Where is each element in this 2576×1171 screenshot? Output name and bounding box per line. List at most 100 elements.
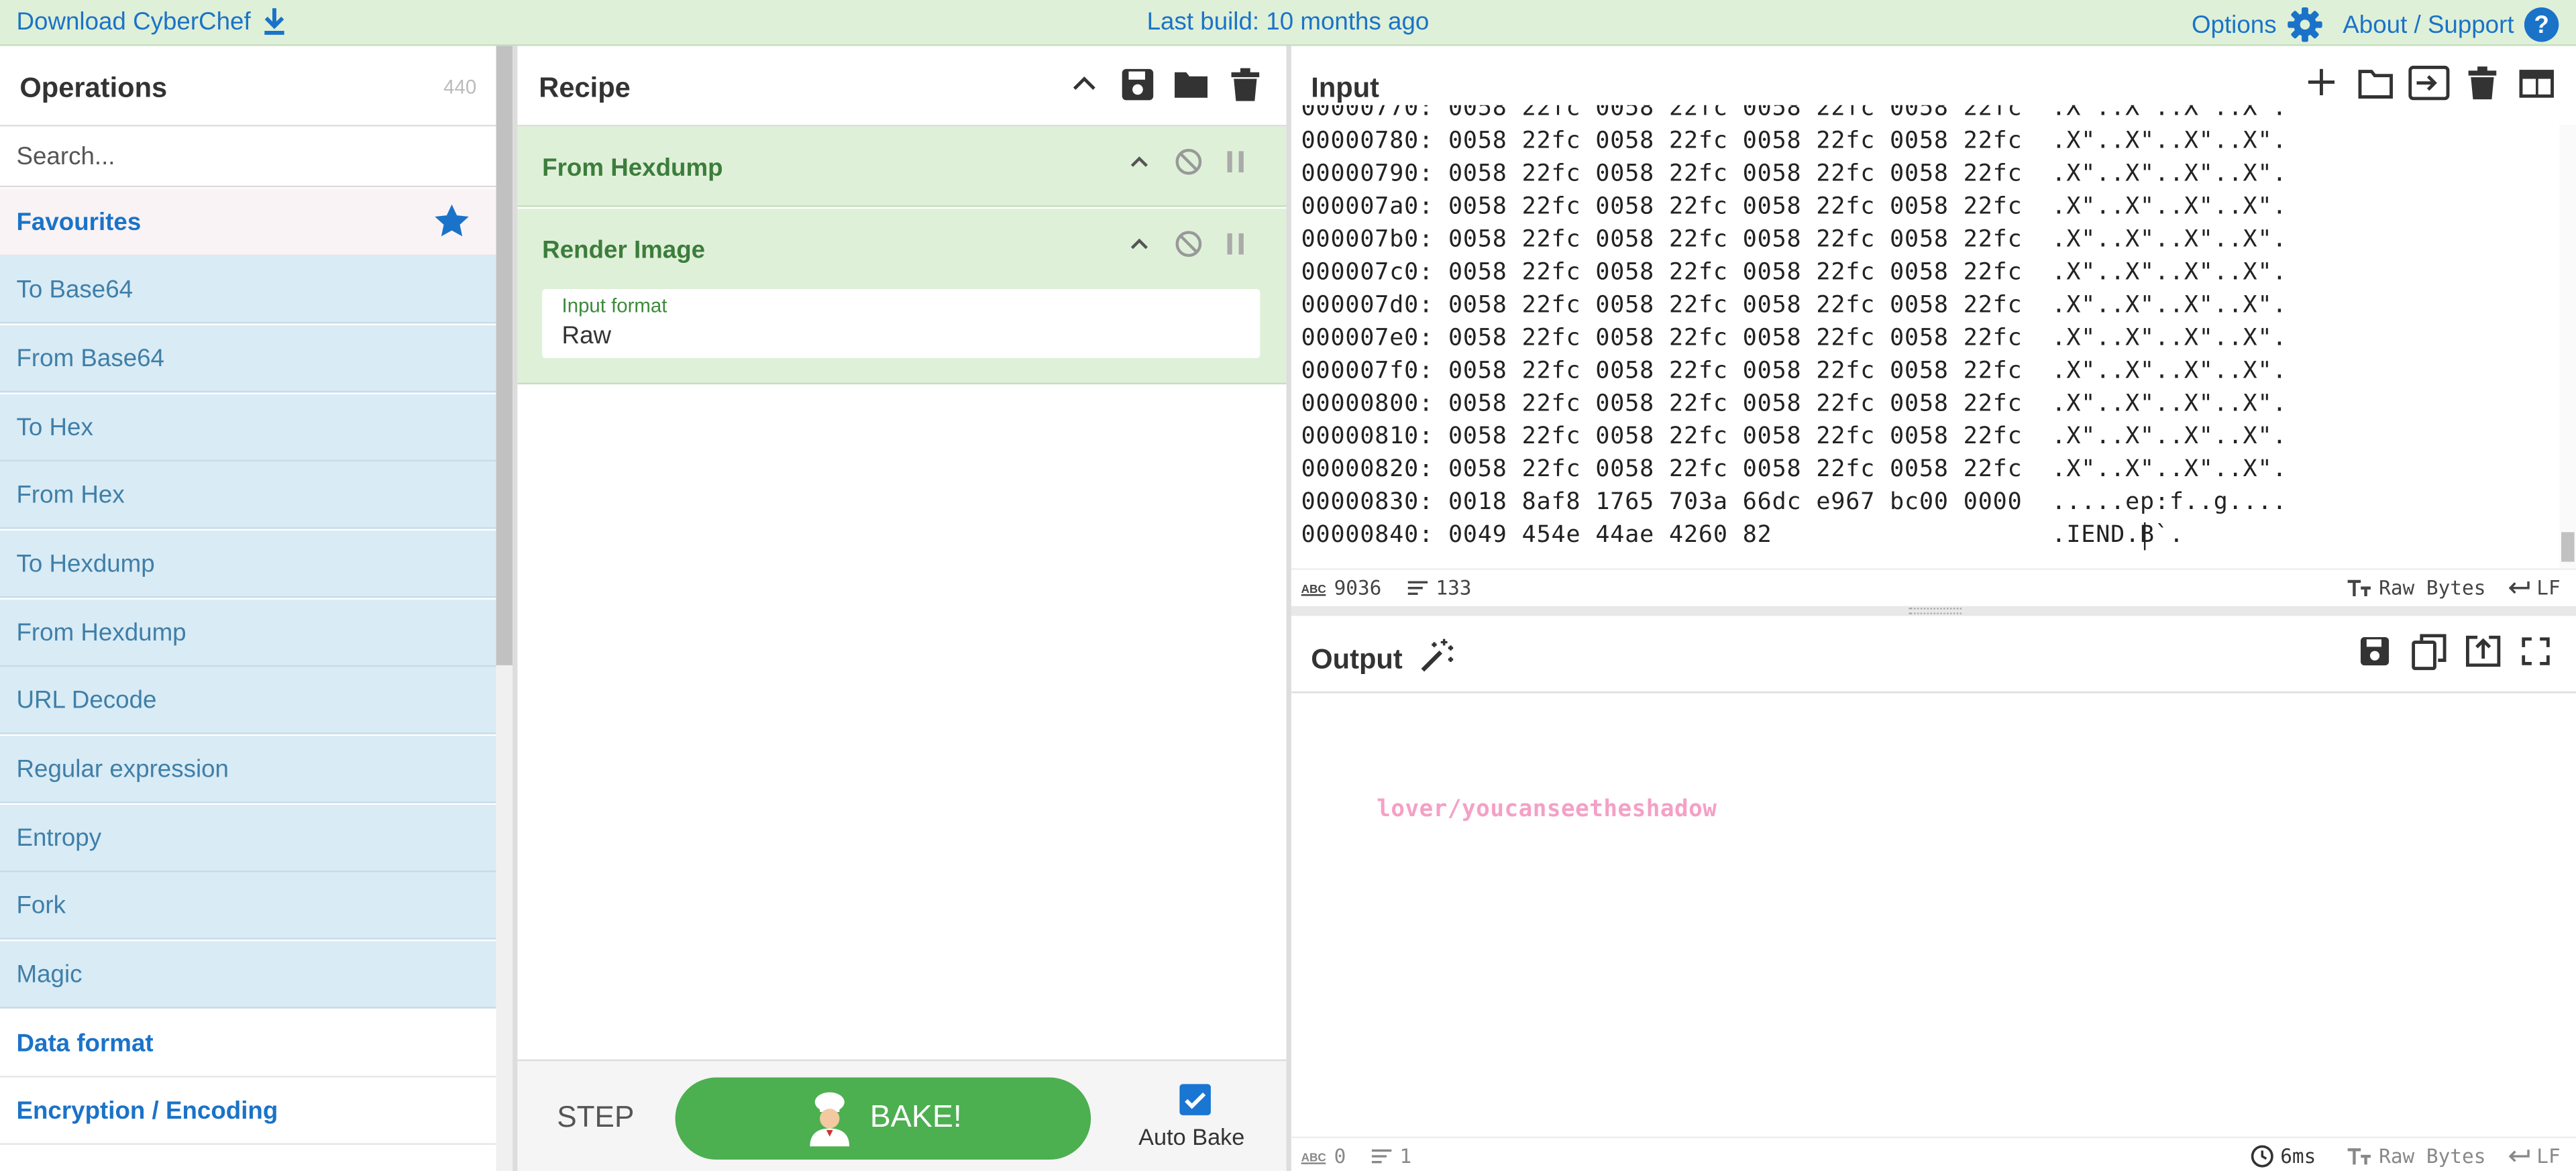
svg-text:ABC: ABC: [1301, 1150, 1326, 1164]
input-panel: Input 00000770: 0058 22fc 0058 22fc 0058…: [1291, 46, 2576, 606]
maximise-icon[interactable]: [2522, 637, 2550, 665]
panel-divider[interactable]: [1286, 46, 1291, 1171]
hex-line: 00000830: 0018 8af8 1765 703a 66dc e967 …: [1301, 489, 2288, 516]
copy-icon[interactable]: [2412, 634, 2447, 671]
hex-line: 00000770: 0058 22fc 0058 22fc 0058 22fc …: [1301, 105, 2288, 122]
return-icon: [2507, 579, 2530, 596]
operation-item[interactable]: From Hex: [0, 461, 496, 529]
recipe-panel: Recipe From Hexdump Render Image Input f…: [517, 46, 1287, 1171]
svg-text:?: ?: [2534, 11, 2549, 38]
bake-bar: STEP BAKE! Auto Bake: [517, 1059, 1287, 1171]
recipe-header: Recipe: [517, 46, 1287, 127]
operation-item[interactable]: Entropy: [0, 805, 496, 873]
category-data-format[interactable]: Data format: [0, 1010, 496, 1078]
save-icon[interactable]: [1120, 67, 1155, 101]
trash-icon[interactable]: [2467, 66, 2497, 100]
step-button[interactable]: STEP: [557, 1101, 634, 1135]
drag-handle[interactable]: [1909, 608, 1962, 614]
operation-item[interactable]: URL Decode: [0, 667, 496, 734]
operations-scrollbar-thumb[interactable]: [496, 46, 513, 665]
io-divider[interactable]: [1291, 606, 2576, 616]
output-encoding-selector[interactable]: Raw Bytes: [2346, 1145, 2485, 1168]
recipe-op-render-image[interactable]: Render Image Input format Raw: [517, 209, 1287, 385]
auto-bake-label: Auto Bake: [1138, 1123, 1245, 1150]
input-scrollbar[interactable]: [2559, 125, 2576, 569]
chevron-up-icon[interactable]: [1128, 235, 1150, 254]
recipe-op-title: Render Image: [542, 236, 706, 265]
disable-icon[interactable]: [1175, 230, 1203, 258]
hex-line: 00000790: 0058 22fc 0058 22fc 0058 22fc …: [1301, 161, 2288, 188]
operations-panel: Operations 440 Favourites To Base64 From…: [0, 46, 513, 1171]
clock-icon: [2251, 1145, 2273, 1168]
rendered-image-text: lover/youcanseetheshadow: [1377, 796, 1717, 823]
category-encryption-encoding[interactable]: Encryption / Encoding: [0, 1078, 496, 1145]
operations-search-input[interactable]: [0, 126, 496, 188]
hex-line: 000007b0: 0058 22fc 0058 22fc 0058 22fc …: [1301, 226, 2288, 254]
return-icon: [2507, 1148, 2530, 1164]
text-size-icon: [2346, 578, 2372, 598]
output-length: 0: [1334, 1144, 1346, 1168]
replace-input-icon[interactable]: [2465, 635, 2501, 667]
about-support-button[interactable]: About / Support ?: [2343, 7, 2560, 43]
pause-icon[interactable]: [1227, 233, 1244, 255]
options-button[interactable]: Options: [2192, 7, 2322, 43]
input-lines: 133: [1436, 576, 1472, 600]
category-favourites[interactable]: Favourites: [0, 188, 496, 257]
operation-item[interactable]: From Hexdump: [0, 599, 496, 667]
bake-time: 6ms: [2280, 1144, 2316, 1168]
abc-icon: ABC: [1301, 1148, 1328, 1164]
add-tab-icon[interactable]: [2306, 67, 2336, 97]
output-eol: LF: [2536, 1144, 2561, 1168]
svg-text:ABC: ABC: [1301, 582, 1326, 596]
output-title: Output: [1311, 644, 1403, 675]
hex-line: 000007e0: 0058 22fc 0058 22fc 0058 22fc …: [1301, 325, 2288, 352]
output-status-bar: ABC 0 1 6ms Raw Bytes LF: [1291, 1136, 2576, 1171]
chevron-up-icon[interactable]: [1128, 153, 1150, 172]
disable-icon[interactable]: [1175, 148, 1203, 176]
input-length: 9036: [1334, 576, 1382, 600]
panel-divider[interactable]: [513, 46, 518, 1171]
operation-item[interactable]: To Base64: [0, 256, 496, 324]
input-status-bar: ABC 9036 133 Raw Bytes LF: [1291, 568, 2576, 606]
recipe-op-from-hexdump[interactable]: From Hexdump: [517, 126, 1287, 207]
bake-time-stat: 6ms: [2251, 1145, 2316, 1168]
lines-stat: 133: [1406, 576, 1472, 600]
bake-button[interactable]: BAKE!: [675, 1077, 1091, 1160]
save-icon[interactable]: [2359, 636, 2391, 667]
trash-icon[interactable]: [1230, 67, 1260, 101]
hex-line: 000007a0: 0058 22fc 0058 22fc 0058 22fc …: [1301, 193, 2288, 221]
abc-icon: ABC: [1301, 579, 1328, 596]
hex-line: 00000800: 0058 22fc 0058 22fc 0058 22fc …: [1301, 390, 2288, 418]
input-scrollbar-thumb[interactable]: [2561, 532, 2575, 562]
output-eol-selector[interactable]: LF: [2507, 1144, 2561, 1168]
input-eol-selector[interactable]: LF: [2507, 576, 2561, 600]
last-build-text: Last build: 10 months ago: [1146, 8, 1430, 36]
layout-icon[interactable]: [2518, 69, 2555, 99]
auto-bake-checkbox[interactable]: [1179, 1084, 1211, 1115]
load-file-icon[interactable]: [2408, 65, 2450, 101]
operation-item[interactable]: Regular expression: [0, 736, 496, 803]
folder-icon[interactable]: [1173, 67, 1210, 100]
input-encoding-selector[interactable]: Raw Bytes: [2346, 577, 2485, 600]
open-folder-icon[interactable]: [2357, 67, 2394, 100]
operation-item[interactable]: From Base64: [0, 325, 496, 393]
star-icon: [434, 204, 470, 238]
hex-line: 00000780: 0058 22fc 0058 22fc 0058 22fc …: [1301, 128, 2288, 155]
recipe-title: Recipe: [539, 72, 631, 104]
input-eol: LF: [2536, 576, 2561, 600]
input-text-area[interactable]: 00000770: 0058 22fc 0058 22fc 0058 22fc …: [1301, 105, 2550, 562]
length-stat: ABC 9036: [1301, 576, 1382, 600]
magic-wand-icon[interactable]: [1419, 637, 1456, 673]
operations-count: 440: [443, 75, 477, 99]
chef-icon: [804, 1091, 853, 1147]
gear-icon: [2286, 7, 2322, 43]
hex-line: 000007d0: 0058 22fc 0058 22fc 0058 22fc …: [1301, 292, 2288, 319]
operation-item[interactable]: Fork: [0, 872, 496, 940]
operation-item[interactable]: Magic: [0, 941, 496, 1009]
chevron-up-icon[interactable]: [1071, 72, 1097, 95]
input-format-field[interactable]: Input format Raw: [542, 289, 1260, 358]
pause-icon[interactable]: [1227, 151, 1244, 173]
operation-item[interactable]: To Hexdump: [0, 531, 496, 598]
operation-item[interactable]: To Hex: [0, 394, 496, 462]
text-size-icon: [2346, 1146, 2372, 1166]
